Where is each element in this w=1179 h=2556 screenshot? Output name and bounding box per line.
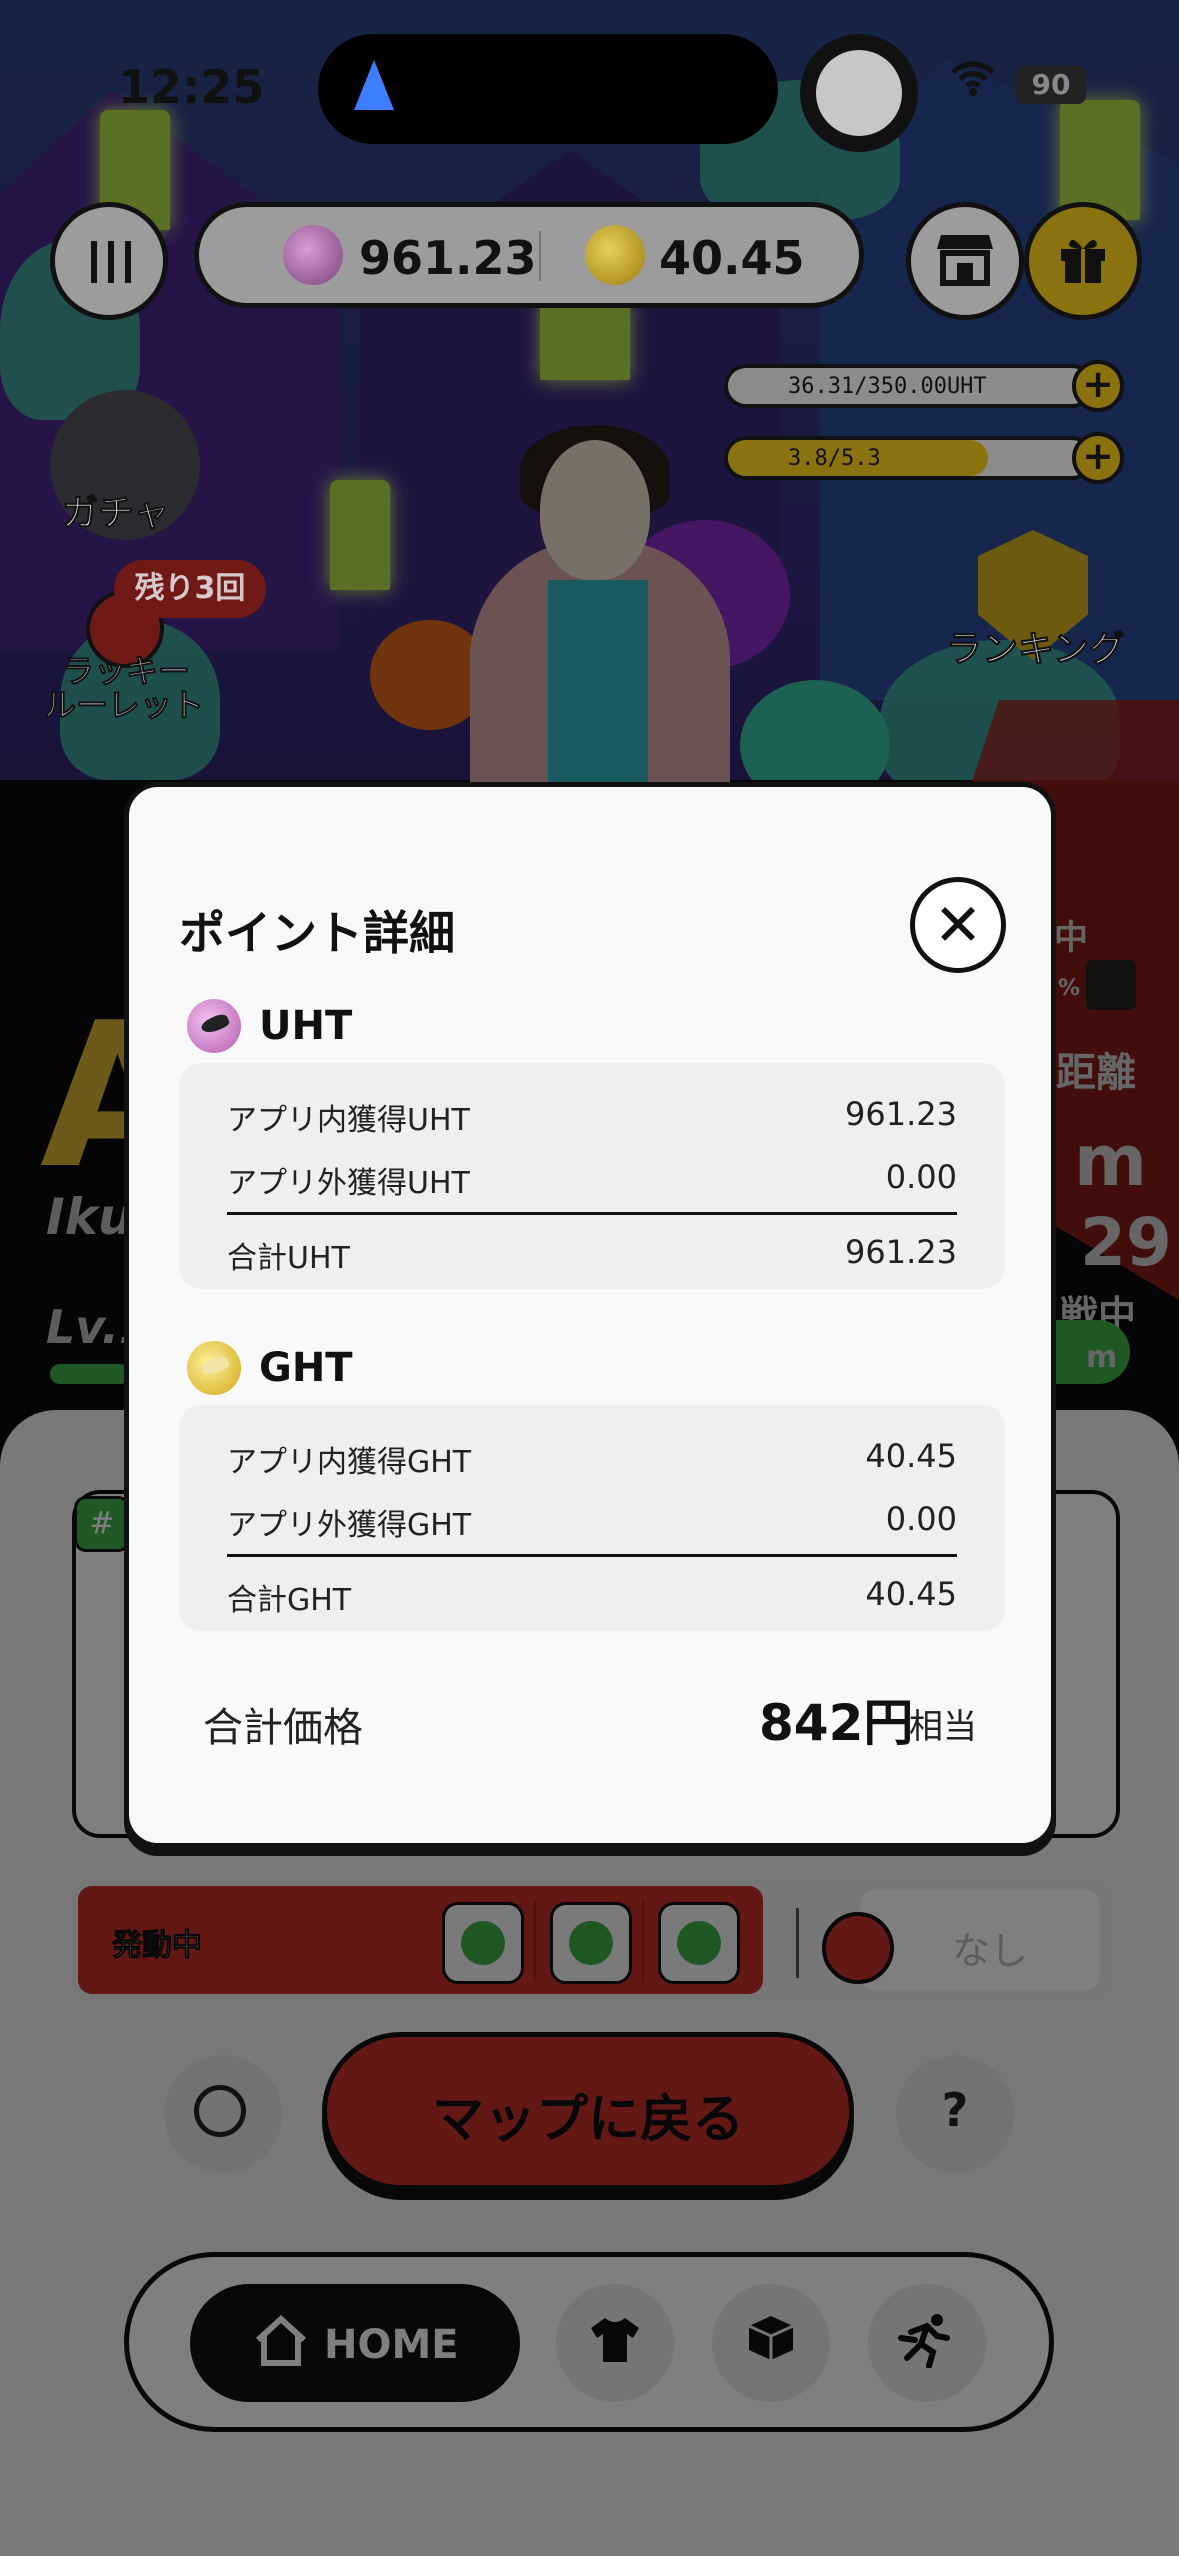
ght-total-value: 40.45	[865, 1575, 957, 1613]
ght-breakdown: アプリ内獲得GHT 40.45 アプリ外獲得GHT 0.00 合計GHT 40.…	[179, 1405, 1005, 1631]
uht-total-value: 961.23	[845, 1233, 957, 1271]
navigation-arrow-icon	[354, 60, 394, 110]
remaining-spins-badge: 残り3回	[114, 560, 266, 618]
uht-out-app-label: アプリ外獲得UHT	[227, 1166, 470, 1201]
ranking-label: ランキング	[946, 629, 1126, 671]
uht-section-title: UHT	[259, 1003, 353, 1049]
wifi-icon	[950, 60, 996, 106]
lucky-roulette-label: ルーレット	[43, 686, 205, 725]
uht-total-label: 合計UHT	[227, 1241, 350, 1276]
ght-section-title: GHT	[259, 1345, 353, 1391]
uht-coin-icon	[283, 225, 343, 285]
ght-in-app-value: 40.45	[865, 1437, 957, 1475]
sneaker-icon	[816, 50, 902, 136]
close-icon: ✕	[933, 891, 983, 959]
uht-total-divider	[227, 1212, 957, 1215]
store-icon	[911, 231, 1019, 299]
status-time: 12:25	[118, 60, 265, 114]
menu-button[interactable]	[50, 202, 168, 320]
gift-button[interactable]	[1024, 202, 1142, 320]
balance-pill[interactable]: 961.23 40.45	[194, 202, 864, 308]
ght-in-app-label: アプリ内獲得GHT	[227, 1445, 472, 1480]
sneaker-button[interactable]	[800, 34, 918, 152]
ght-total-label: 合計GHT	[227, 1583, 352, 1618]
point-details-modal: ポイント詳細 ✕ UHT アプリ内獲得UHT 961.23 アプリ外獲得UHT …	[124, 782, 1056, 1848]
uht-capacity-text: 36.31/350.00UHT	[788, 374, 987, 399]
gift-icon	[1029, 231, 1137, 299]
close-button[interactable]: ✕	[910, 877, 1006, 973]
uht-balance: 961.23	[359, 231, 537, 285]
battery-indicator: 90	[1016, 66, 1086, 104]
total-price-value: 842円	[759, 1694, 914, 1752]
ght-out-app-value: 0.00	[885, 1500, 957, 1538]
uht-in-app-value: 961.23	[845, 1095, 957, 1133]
menu-icon	[91, 241, 131, 283]
ght-total-divider	[227, 1554, 957, 1557]
energy-bar: 3.8/5.3	[724, 436, 1094, 480]
modal-title: ポイント詳細	[179, 906, 455, 960]
ght-balance: 40.45	[659, 231, 805, 285]
total-price-suffix: 相当	[909, 1707, 977, 1747]
uht-breakdown: アプリ内獲得UHT 961.23 アプリ外獲得UHT 0.00 合計UHT 96…	[179, 1063, 1005, 1289]
gacha-label: ガチャ	[62, 493, 171, 535]
uht-coin-icon	[187, 999, 241, 1053]
energy-text: 3.8/5.3	[788, 446, 881, 471]
add-energy-button[interactable]: +	[1072, 432, 1124, 484]
uht-capacity-bar: 36.31/350.00UHT	[724, 364, 1094, 408]
total-price-label: 合計価格	[203, 1705, 363, 1751]
uht-in-app-label: アプリ内獲得UHT	[227, 1103, 470, 1138]
add-uht-capacity-button[interactable]: +	[1072, 360, 1124, 412]
balance-divider	[539, 231, 541, 281]
ght-coin-icon	[585, 225, 645, 285]
shop-button[interactable]	[906, 202, 1024, 320]
ght-coin-icon	[187, 1341, 241, 1395]
uht-out-app-value: 0.00	[885, 1158, 957, 1196]
ght-out-app-label: アプリ外獲得GHT	[227, 1508, 472, 1543]
